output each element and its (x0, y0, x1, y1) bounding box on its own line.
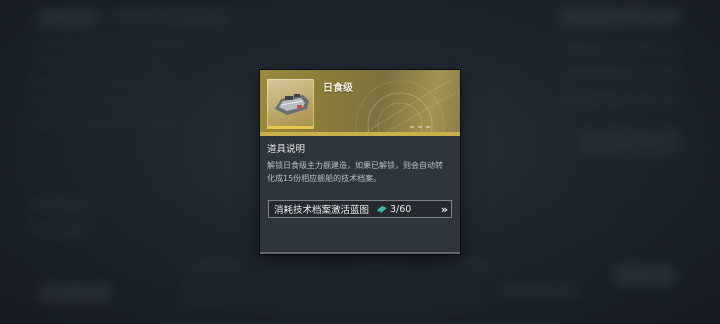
activate-blueprint-button[interactable]: 消耗技术档案激活蓝图 3/60 » (268, 200, 452, 218)
activate-label: 消耗技术档案激活蓝图 (274, 205, 370, 216)
tech-archive-icon (377, 206, 388, 213)
cost-value: 3/60 (390, 203, 412, 215)
item-icon-frame (267, 79, 314, 129)
item-tooltip-card: 日食级 道具说明 解锁日食级主力舰建造，如果已解锁，则会自动转化成15份相应舰船… (260, 70, 460, 254)
cost-display: 3/60 (377, 204, 411, 215)
section-title: 道具说明 (267, 144, 306, 155)
item-header: 日食级 (260, 70, 460, 136)
item-name: 日食级 (323, 83, 353, 94)
battleship-blueprint-icon (275, 94, 309, 115)
double-chevron-right-icon: » (440, 203, 448, 216)
item-description: 解锁日食级主力舰建造，如果已解锁，则会自动转化成15份相应舰船的技术档案。 (267, 161, 443, 183)
card-divider (260, 252, 460, 254)
item-description-section: 道具说明 解锁日食级主力舰建造，如果已解锁，则会自动转化成15份相应舰船的技术档… (267, 141, 455, 185)
